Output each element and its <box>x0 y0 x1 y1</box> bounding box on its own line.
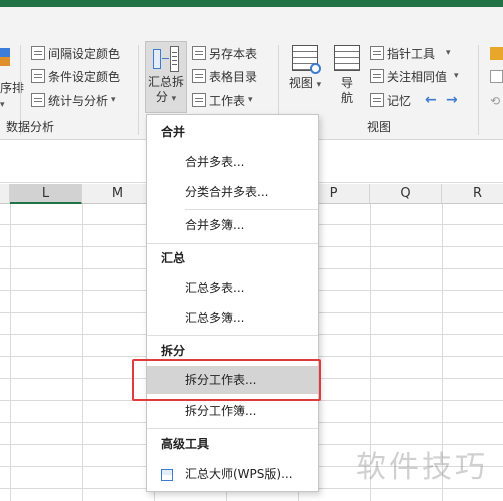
chevron-down-icon: ▾ <box>446 48 451 58</box>
save-sheet-label: 另存本表 <box>209 46 258 61</box>
summary-master-label: 汇总大师(WPS版)... <box>185 467 293 481</box>
interval-color-button[interactable]: 间隔设定颜色 <box>31 43 120 63</box>
navigation-label-2: 航 <box>340 91 353 105</box>
view-icon <box>292 45 321 74</box>
menu-divider <box>147 428 318 429</box>
ribbon-separator <box>478 45 479 135</box>
title-bar-strip <box>0 0 503 7</box>
pointer-tool-label: 指针工具 <box>387 46 436 61</box>
menu-item-category-merge[interactable]: 分类合并多表... <box>147 178 318 206</box>
watermark: 软件技巧 <box>356 450 488 485</box>
sheet-directory-button[interactable]: 表格目录 <box>192 66 257 86</box>
chevron-down-icon: ▾ <box>454 71 459 81</box>
conditional-color-icon <box>31 69 45 83</box>
menu-item-merge-workbooks[interactable]: 合并多簿... <box>147 211 318 239</box>
back-arrow-icon[interactable]: ← <box>425 90 437 110</box>
menu-section-summary: 汇总 <box>161 251 186 265</box>
menu-item-summary-workbooks[interactable]: 汇总多簿... <box>147 304 318 332</box>
summary-split-label-2: 分 ▾ <box>155 90 177 104</box>
pointer-tool-button[interactable]: 指针工具 ▾ <box>370 43 451 63</box>
navigation-label-1: 导 <box>340 76 353 90</box>
save-sheet-icon <box>192 46 206 60</box>
navigation-icon <box>334 45 360 71</box>
summary-master-icon <box>161 468 173 481</box>
stats-analysis-icon <box>31 93 45 107</box>
worksheet-icon <box>192 93 206 107</box>
sheet-directory-icon <box>192 69 206 83</box>
interval-color-icon <box>31 46 45 60</box>
menu-item-split-worksheet[interactable]: 拆分工作表... <box>147 366 318 394</box>
summary-split-icon <box>153 46 179 72</box>
group-label-data-analysis: 数据分析 <box>6 120 55 134</box>
memory-icon <box>370 93 384 107</box>
menu-item-split-workbook[interactable]: 拆分工作簿... <box>147 397 318 425</box>
watch-same-value-button[interactable]: 关注相同值 ▾ <box>370 66 459 86</box>
chevron-down-icon: ▾ <box>111 95 116 105</box>
menu-section-split: 拆分 <box>161 344 186 358</box>
sheet-directory-label: 表格目录 <box>209 69 258 84</box>
column-header-r[interactable]: R <box>442 184 503 204</box>
extra-tool-icon-3[interactable]: ⟲ <box>490 90 503 110</box>
menu-section-merge: 合并 <box>161 125 186 139</box>
view-label: 视图 ▾ <box>288 76 322 90</box>
sort-icon[interactable] <box>0 47 12 67</box>
navigation-button[interactable]: 导 航 <box>330 43 364 113</box>
worksheet-button[interactable]: 工作表 ▾ <box>192 90 253 110</box>
menu-section-advanced-tools: 高级工具 <box>161 437 210 451</box>
extra-tool-icon-2[interactable] <box>490 66 503 86</box>
memory-label: 记忆 <box>387 93 412 108</box>
group-label-view: 视图 <box>367 120 392 134</box>
save-sheet-button[interactable]: 另存本表 <box>192 43 257 63</box>
menu-divider <box>147 243 318 244</box>
summary-split-dropdown: 合并 合并多表... 分类合并多表... 合并多簿... 汇总 汇总多表... … <box>146 114 319 492</box>
watch-same-value-icon <box>370 69 384 83</box>
chevron-down-icon: ▾ <box>248 95 253 105</box>
menu-item-summary-sheets[interactable]: 汇总多表... <box>147 274 318 302</box>
column-header-m[interactable]: M <box>82 184 154 204</box>
forward-arrow-icon[interactable]: → <box>446 90 458 110</box>
menu-item-summary-master[interactable]: 汇总大师(WPS版)... <box>147 460 318 488</box>
summary-split-button[interactable]: 汇总拆 分 ▾ <box>145 41 187 113</box>
conditional-color-label: 条件设定颜色 <box>48 69 121 84</box>
sort-caret[interactable]: ▾ <box>0 95 5 115</box>
menu-divider <box>147 335 318 336</box>
pointer-tool-icon <box>370 46 384 60</box>
column-header-stub[interactable] <box>0 184 10 204</box>
ribbon-separator <box>138 45 139 135</box>
menu-item-merge-sheets[interactable]: 合并多表... <box>147 148 318 176</box>
view-button[interactable]: 视图 ▾ <box>287 43 323 113</box>
column-header-q[interactable]: Q <box>370 184 442 204</box>
stats-analysis-label: 统计与分析 <box>48 93 109 108</box>
menu-divider <box>185 209 318 210</box>
interval-color-label: 间隔设定颜色 <box>48 46 121 61</box>
extra-tool-icon[interactable] <box>490 43 503 63</box>
watch-same-value-label: 关注相同值 <box>387 69 448 84</box>
conditional-color-button[interactable]: 条件设定颜色 <box>31 66 120 86</box>
column-header-l[interactable]: L <box>10 184 82 204</box>
summary-split-label-1: 汇总拆 <box>147 75 184 89</box>
memory-button[interactable]: 记忆 <box>370 90 411 110</box>
stats-analysis-button[interactable]: 统计与分析 ▾ <box>31 90 116 110</box>
worksheet-label: 工作表 <box>209 93 246 108</box>
